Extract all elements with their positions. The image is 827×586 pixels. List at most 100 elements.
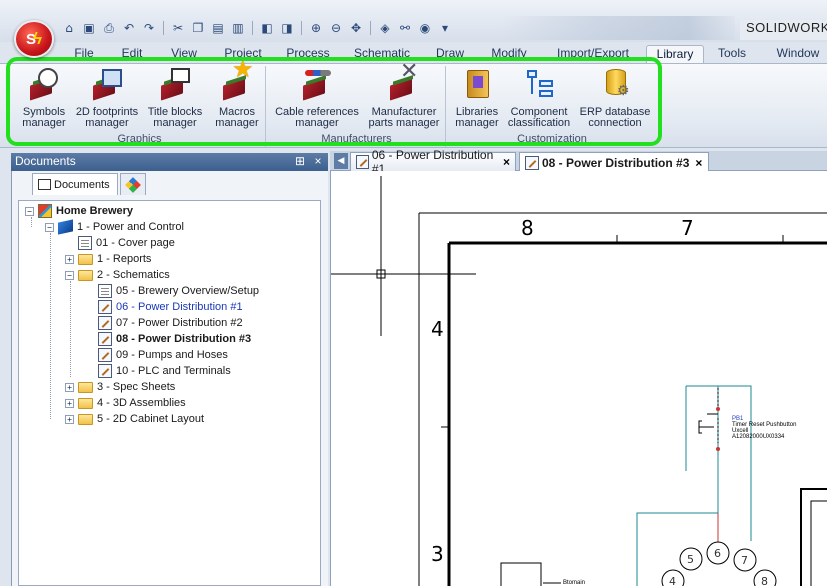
pin-icon[interactable]: ⊞ xyxy=(293,153,307,170)
erp-database-connection-button[interactable]: ⚙ ERP database connection xyxy=(578,68,652,134)
menu-window[interactable]: Window xyxy=(770,45,826,64)
tree-guide xyxy=(50,233,51,419)
menu-import-export[interactable]: Import/Export xyxy=(552,45,634,64)
macro-icon[interactable]: ◉ xyxy=(416,19,434,37)
zoom-icon[interactable]: ⊕ xyxy=(307,19,325,37)
menu-process[interactable]: Process xyxy=(283,45,333,64)
tab-documents[interactable]: Documents xyxy=(32,173,118,195)
lightning-icon: ϟ xyxy=(33,29,42,48)
customize-toolbar-icon[interactable]: ▾ xyxy=(436,19,454,37)
tree-item-label: 06 - Power Distribution #1 xyxy=(116,301,243,313)
title-blocks-manager-button[interactable]: Title blocks manager xyxy=(145,68,205,134)
flip-icon[interactable]: ◈ xyxy=(376,19,394,37)
tree-item[interactable]: − 1 - Power and Control xyxy=(45,219,184,235)
close-panel-icon[interactable]: × xyxy=(311,153,325,170)
wire-label: Btomain xyxy=(563,580,585,586)
home-icon[interactable]: ⌂ xyxy=(60,19,78,37)
print-icon[interactable]: ⎙ xyxy=(100,19,118,37)
tree-item[interactable]: +1 - Reports xyxy=(65,251,151,267)
schematic-icon xyxy=(356,155,369,169)
tree-item[interactable]: +5 - 2D Cabinet Layout xyxy=(65,411,204,427)
schematic-icon xyxy=(98,300,112,314)
tree-item[interactable]: − Home Brewery xyxy=(25,203,133,219)
symbols-manager-button[interactable]: Symbols manager xyxy=(20,68,68,134)
documents-tab-icon xyxy=(38,179,51,190)
tree-guide xyxy=(70,281,71,377)
tree-item-label: 07 - Power Distribution #2 xyxy=(116,317,243,329)
paste-icon[interactable]: ▤ xyxy=(209,19,227,37)
pan-icon[interactable]: ✥ xyxy=(347,19,365,37)
expand-icon[interactable]: + xyxy=(65,382,74,392)
menu-view[interactable]: View xyxy=(165,45,203,64)
tree-item[interactable]: 08 - Power Distribution #3 xyxy=(85,331,251,347)
tab-power-distribution-3[interactable]: 08 - Power Distribution #3 × xyxy=(519,152,709,172)
button-label: connection xyxy=(588,117,642,129)
manufacturer-parts-icon: ✕ xyxy=(388,60,420,101)
close-tab-icon[interactable]: × xyxy=(695,156,702,170)
drawing-canvas[interactable]: 8 7 4 3 PB1 Timer Reset Pushbutton Uxcel… xyxy=(330,171,827,586)
tree-item[interactable]: 05 - Brewery Overview/Setup xyxy=(85,283,259,299)
save-icon[interactable]: ▣ xyxy=(80,19,98,37)
enclosure-outline xyxy=(800,488,827,586)
menu-library[interactable]: Library xyxy=(646,45,704,64)
separator xyxy=(163,21,164,35)
clipboard-icon[interactable]: ▥ xyxy=(229,19,247,37)
tab-components[interactable] xyxy=(120,173,146,195)
schematic-drawing: 8 7 4 3 PB1 Timer Reset Pushbutton Uxcel… xyxy=(331,176,827,586)
collapse-icon[interactable]: − xyxy=(65,270,74,280)
tree-item[interactable]: − 2 - Schematics xyxy=(65,267,170,283)
separator xyxy=(252,21,253,35)
2d-footprints-icon xyxy=(91,68,123,101)
tree-item[interactable]: +4 - 3D Assemblies xyxy=(65,395,186,411)
expand-icon[interactable]: + xyxy=(65,414,74,424)
expand-icon[interactable]: + xyxy=(65,254,74,264)
ribbon-group-label: Manufacturers xyxy=(321,133,392,145)
copy-icon[interactable]: ❐ xyxy=(189,19,207,37)
terminal-number: 7 xyxy=(741,554,748,567)
2d-footprints-manager-button[interactable]: 2D footprints manager xyxy=(72,68,142,134)
tree-item[interactable]: 01 - Cover page xyxy=(65,235,175,251)
macros-star-icon: ★ xyxy=(221,58,254,101)
menu-edit[interactable]: Edit xyxy=(114,45,150,64)
menu-file[interactable]: File xyxy=(66,45,102,64)
previous-page-icon[interactable]: ◧ xyxy=(258,19,276,37)
tree-item-label: 5 - 2D Cabinet Layout xyxy=(97,413,205,425)
binoculars-icon[interactable]: ⚯ xyxy=(396,19,414,37)
menu-modify[interactable]: Modify xyxy=(487,45,531,64)
manufacturer-parts-manager-button[interactable]: ✕ Manufacturer parts manager xyxy=(364,60,444,134)
cable-references-manager-button[interactable]: Cable references manager xyxy=(272,68,362,134)
tree-item[interactable]: 09 - Pumps and Hoses xyxy=(85,347,228,363)
app-logo-button[interactable]: Sϟ xyxy=(14,20,54,58)
libraries-manager-button[interactable]: Libraries manager xyxy=(452,68,502,134)
tab-power-distribution-1[interactable]: 06 - Power Distribution #1 × xyxy=(350,148,516,176)
menu-draw[interactable]: Draw xyxy=(431,45,469,64)
expand-icon[interactable]: + xyxy=(65,398,74,408)
menu-tools[interactable]: Tools xyxy=(712,45,752,64)
undo-icon[interactable]: ↶ xyxy=(120,19,138,37)
tree-item[interactable]: 06 - Power Distribution #1 xyxy=(85,299,243,315)
component-classification-button[interactable]: Component classification xyxy=(504,68,574,134)
button-label: classification xyxy=(507,117,571,129)
tab-scroll-left-icon[interactable]: ◀ xyxy=(334,153,348,169)
app-title: SOLIDWORKS xyxy=(740,20,827,40)
schematic-icon xyxy=(525,155,539,170)
tree-item-label: 05 - Brewery Overview/Setup xyxy=(116,285,260,297)
tree-item[interactable]: +3 - Spec Sheets xyxy=(65,379,175,395)
macros-manager-button[interactable]: ★ Macros manager xyxy=(212,58,262,134)
next-page-icon[interactable]: ◨ xyxy=(278,19,296,37)
document-tree: − Home Brewery −1 - Power and Control 01 - … xyxy=(18,200,321,586)
redo-icon[interactable]: ↷ xyxy=(140,19,158,37)
tree-item[interactable]: 10 - PLC and Terminals xyxy=(85,363,231,379)
collapse-icon[interactable]: − xyxy=(25,206,34,216)
terminal-number: 4 xyxy=(669,575,676,586)
row-label: 4 xyxy=(431,317,444,341)
zoom-out-icon[interactable]: ⊖ xyxy=(327,19,345,37)
cut-icon[interactable]: ✂ xyxy=(169,19,187,37)
close-tab-icon[interactable]: × xyxy=(503,155,510,169)
button-label: manager xyxy=(22,117,66,129)
column-label: 8 xyxy=(521,216,534,240)
title-bar-decoration xyxy=(500,16,735,40)
tree-item[interactable]: 07 - Power Distribution #2 xyxy=(85,315,243,331)
collapse-icon[interactable]: − xyxy=(45,222,54,232)
tree-item-label: 4 - 3D Assemblies xyxy=(97,397,186,409)
